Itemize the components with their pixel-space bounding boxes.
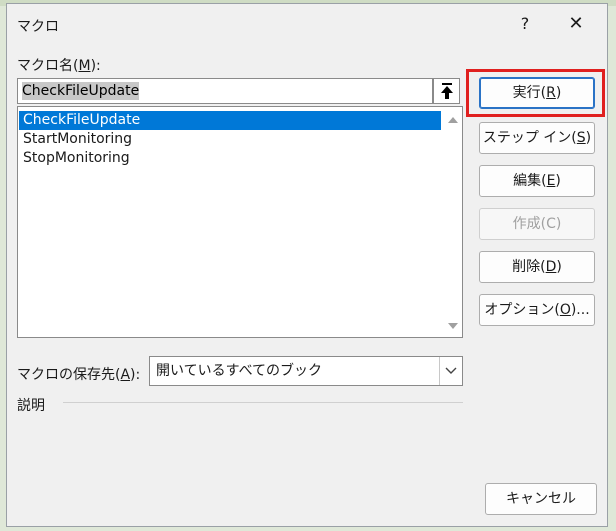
macro-name-input[interactable]: CheckFileUpdate	[17, 78, 433, 104]
list-scrollbar[interactable]	[443, 107, 462, 337]
scroll-up-icon[interactable]	[448, 117, 458, 123]
collapse-dialog-button[interactable]	[433, 78, 460, 104]
title-bar: マクロ ? ✕	[7, 4, 607, 44]
description-label: 説明	[17, 398, 45, 414]
help-button[interactable]: ?	[513, 12, 537, 36]
macro-list[interactable]: CheckFileUpdate StartMonitoring StopMoni…	[17, 106, 463, 338]
macro-name-label: マクロ名(M):	[17, 58, 101, 74]
arrow-up-to-bar-icon	[440, 83, 453, 99]
description-divider	[63, 402, 463, 403]
save-location-label: マクロの保存先(A):	[17, 367, 141, 383]
step-into-button[interactable]: ステップ イン(S)	[479, 122, 595, 154]
run-button[interactable]: 実行(R)	[479, 77, 595, 109]
chevron-down-icon[interactable]	[439, 357, 462, 385]
save-location-select[interactable]: 開いているすべてのブック	[149, 356, 463, 386]
macro-dialog: マクロ ? ✕ マクロ名(M): CheckFileUpdate CheckFi…	[6, 3, 608, 527]
scroll-down-icon[interactable]	[448, 323, 458, 329]
edit-button[interactable]: 編集(E)	[479, 165, 595, 197]
save-location-value: 開いているすべてのブック	[156, 363, 323, 379]
options-button[interactable]: オプション(O)...	[479, 294, 595, 326]
macro-name-value: CheckFileUpdate	[22, 82, 140, 100]
create-button[interactable]: 作成(C)	[479, 208, 595, 240]
list-item[interactable]: StopMonitoring	[19, 149, 441, 168]
close-button[interactable]: ✕	[563, 12, 589, 36]
list-item[interactable]: CheckFileUpdate	[19, 111, 441, 130]
list-item[interactable]: StartMonitoring	[19, 130, 441, 149]
dialog-title: マクロ	[17, 19, 59, 35]
delete-button[interactable]: 削除(D)	[479, 251, 595, 283]
cancel-button[interactable]: キャンセル	[485, 483, 597, 515]
